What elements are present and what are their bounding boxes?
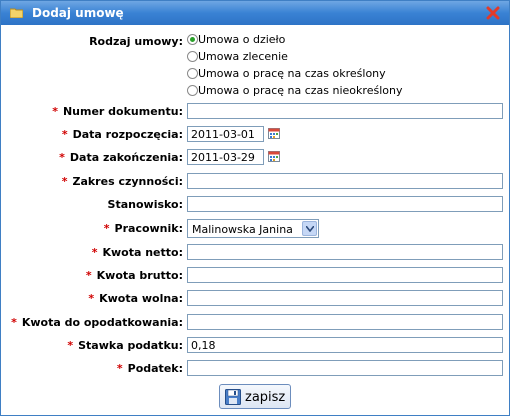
- required-mark: *: [91, 246, 98, 259]
- end-date-label: * Data zakończenia:: [59, 151, 183, 164]
- radio-option-zlecenie[interactable]: Umowa zlecenie: [187, 50, 288, 66]
- required-mark: *: [59, 151, 65, 164]
- required-mark: *: [116, 362, 123, 375]
- position-label: Stanowisko:: [107, 198, 183, 211]
- title-bar[interactable]: Dodaj umowę: [1, 1, 509, 25]
- tax-rate-label: * Stawka podatku:: [67, 339, 183, 352]
- employee-select-value: Malinowska Janina: [192, 223, 293, 236]
- save-button[interactable]: zapisz: [219, 384, 291, 409]
- calendar-icon[interactable]: [268, 151, 280, 162]
- tax-input[interactable]: [187, 360, 503, 376]
- document-number-row: * Numer dokumentu:: [1, 102, 509, 122]
- gross-amount-row: * Kwota brutto:: [1, 266, 509, 286]
- radio-label: Umowa o pracę na czas nieokreślony: [198, 84, 403, 97]
- save-button-label: zapisz: [245, 390, 286, 405]
- gross-amount-label: * Kwota brutto:: [85, 269, 183, 282]
- free-amount-input[interactable]: [187, 290, 503, 306]
- tax-rate-row: * Stawka podatku:: [1, 336, 509, 356]
- dialog-window: Dodaj umowę Rodzaj umowy: Umowa o dzieło…: [0, 0, 510, 416]
- required-mark: *: [61, 175, 68, 188]
- start-date-input[interactable]: [187, 126, 264, 142]
- radio-option-dzielo[interactable]: Umowa o dzieło: [187, 33, 285, 49]
- taxable-amount-row: * Kwota do opodatkowania:: [1, 313, 509, 333]
- close-icon[interactable]: [486, 6, 500, 20]
- calendar-icon[interactable]: [268, 128, 280, 139]
- required-mark: *: [88, 292, 95, 305]
- dialog-title: Dodaj umowę: [32, 6, 124, 20]
- radio-button[interactable]: [187, 68, 198, 79]
- scope-input[interactable]: [187, 173, 503, 189]
- required-mark: *: [103, 222, 110, 235]
- required-mark: *: [61, 128, 68, 141]
- required-mark: *: [11, 316, 17, 329]
- free-amount-row: * Kwota wolna:: [1, 289, 509, 309]
- tax-rate-input[interactable]: [187, 337, 503, 353]
- radio-button[interactable]: [187, 85, 198, 96]
- net-amount-row: * Kwota netto:: [1, 243, 509, 263]
- gross-amount-input[interactable]: [187, 267, 503, 283]
- document-number-label: * Numer dokumentu:: [52, 105, 183, 118]
- document-number-input[interactable]: [187, 103, 503, 119]
- floppy-disk-icon: [225, 389, 241, 405]
- employee-select[interactable]: Malinowska Janina: [187, 219, 319, 238]
- net-amount-label: * Kwota netto:: [91, 246, 183, 259]
- start-date-label: * Data rozpoczęcia:: [61, 128, 183, 141]
- required-mark: *: [85, 269, 92, 282]
- required-mark: *: [52, 105, 58, 118]
- employee-row: * Pracownik: Malinowska Janina: [1, 219, 509, 239]
- folder-icon: [10, 8, 23, 18]
- taxable-amount-input[interactable]: [187, 314, 503, 330]
- taxable-amount-label: * Kwota do opodatkowania:: [11, 316, 183, 329]
- contract-type-label: Rodzaj umowy:: [89, 35, 183, 48]
- tax-row: * Podatek:: [1, 359, 509, 379]
- scope-label: * Zakres czynności:: [61, 175, 183, 188]
- radio-label: Umowa zlecenie: [198, 50, 288, 63]
- tax-label: * Podatek:: [116, 362, 183, 375]
- net-amount-input[interactable]: [187, 244, 503, 260]
- end-date-input[interactable]: [187, 149, 264, 165]
- radio-button[interactable]: [187, 34, 198, 45]
- radio-option-okreslony[interactable]: Umowa o pracę na czas określony: [187, 67, 386, 83]
- required-mark: *: [67, 339, 74, 352]
- free-amount-label: * Kwota wolna:: [88, 292, 183, 305]
- employee-label: * Pracownik:: [103, 222, 183, 235]
- position-input[interactable]: [187, 196, 503, 212]
- radio-button[interactable]: [187, 51, 198, 62]
- start-date-row: * Data rozpoczęcia:: [1, 125, 509, 145]
- position-row: Stanowisko:: [1, 195, 509, 215]
- chevron-down-icon[interactable]: [302, 221, 317, 236]
- end-date-row: * Data zakończenia:: [1, 148, 509, 168]
- radio-label: Umowa o dzieło: [198, 33, 286, 46]
- scope-row: * Zakres czynności:: [1, 172, 509, 192]
- radio-label: Umowa o pracę na czas określony: [198, 67, 386, 80]
- radio-option-nieokreslony[interactable]: Umowa o pracę na czas nieokreślony: [187, 84, 402, 100]
